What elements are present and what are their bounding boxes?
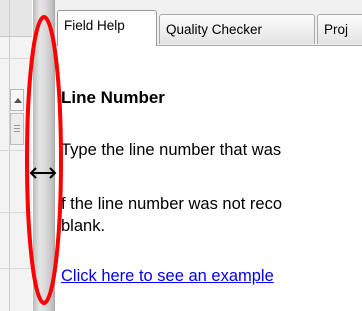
- scroll-up-arrow-icon[interactable]: [10, 89, 24, 111]
- tab-field-help[interactable]: Field Help: [57, 10, 157, 46]
- panel-splitter[interactable]: [33, 0, 55, 311]
- tab-quality-checker[interactable]: Quality Checker: [159, 14, 315, 44]
- example-link[interactable]: Click here to see an example: [61, 266, 274, 286]
- horizontal-resize-cursor-icon: [29, 167, 57, 179]
- table-header-strip: [0, 0, 32, 37]
- help-paragraph-2-line-2: blank.: [61, 217, 106, 235]
- tab-project[interactable]: Proj: [317, 14, 362, 44]
- help-paragraph-1: Type the line number that was: [61, 141, 282, 159]
- tab-bar: Field Help Quality Checker Proj: [55, 0, 362, 46]
- table-row-divider: [0, 58, 32, 59]
- left-table-panel: [0, 0, 32, 311]
- help-title: Line Number: [61, 88, 165, 107]
- table-row-divider: [0, 268, 32, 269]
- help-paragraph-2-line-1: f the line number was not reco: [61, 195, 283, 213]
- table-row-divider: [0, 150, 32, 151]
- table-column-divider: [9, 0, 10, 311]
- scrollbar-thumb[interactable]: [10, 113, 24, 145]
- table-row-divider: [0, 212, 32, 213]
- help-panel: Field Help Quality Checker Proj Line Num…: [55, 0, 362, 311]
